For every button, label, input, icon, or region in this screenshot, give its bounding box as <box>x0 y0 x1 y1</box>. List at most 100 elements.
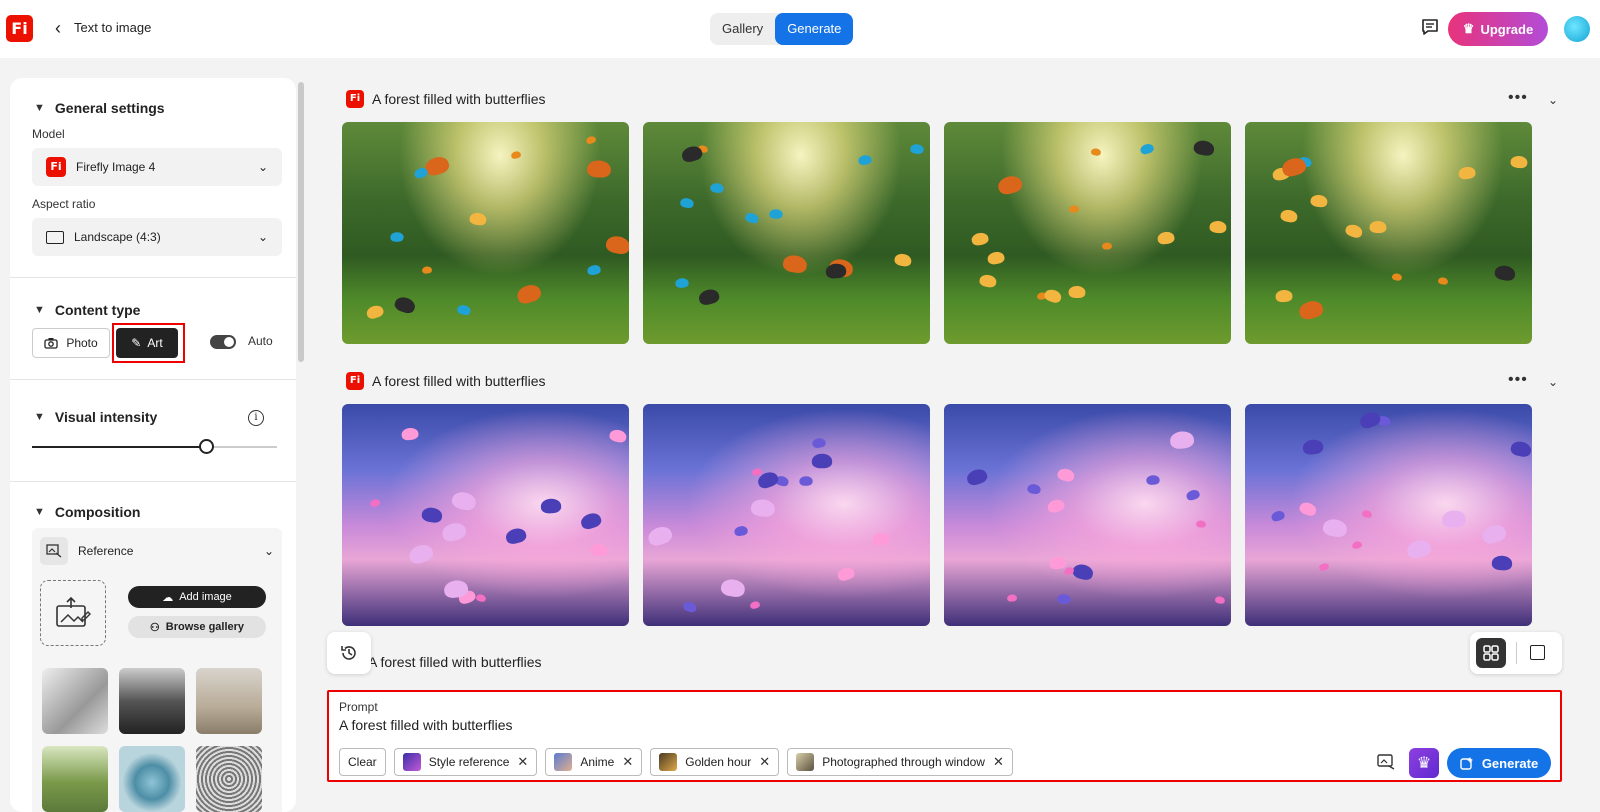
generated-image[interactable] <box>643 122 930 344</box>
remove-chip-icon[interactable]: ✕ <box>759 754 770 770</box>
butterfly-decoration <box>1361 509 1373 519</box>
add-image-button[interactable]: ☁ Add image <box>128 586 266 608</box>
generated-image[interactable] <box>643 404 930 626</box>
butterfly-decoration <box>1437 276 1449 286</box>
general-settings-header[interactable]: ▼ General settings <box>34 100 165 116</box>
butterfly-decoration <box>1369 220 1387 234</box>
butterfly-decoration <box>1214 595 1226 605</box>
generated-image[interactable] <box>342 122 629 344</box>
butterfly-decoration <box>579 510 604 531</box>
butterfly-decoration <box>986 250 1006 266</box>
butterfly-decoration <box>585 134 597 145</box>
generated-image[interactable] <box>944 404 1231 626</box>
reference-label: Reference <box>78 544 134 558</box>
landscape-icon <box>46 230 64 244</box>
generate-button[interactable]: Generate <box>1447 748 1551 778</box>
reference-thumbnail[interactable] <box>119 668 185 734</box>
history-button[interactable] <box>327 632 371 674</box>
reference-thumbnail[interactable] <box>42 668 108 734</box>
butterfly-decoration <box>421 265 432 274</box>
photo-button[interactable]: Photo <box>32 328 110 358</box>
butterfly-decoration <box>450 489 478 512</box>
butterfly-decoration <box>970 231 990 247</box>
result-prompt-title: A forest filled with butterflies <box>372 91 546 107</box>
firefly-icon: Fi <box>346 372 364 390</box>
butterfly-decoration <box>1068 285 1086 299</box>
prompt-label: Prompt <box>339 700 378 714</box>
more-options-icon[interactable]: ••• <box>1508 89 1528 107</box>
upload-image-dropzone[interactable] <box>40 580 106 646</box>
tab-gallery[interactable]: Gallery <box>710 13 775 45</box>
butterfly-decoration <box>893 252 913 268</box>
butterfly-decoration <box>1480 522 1509 546</box>
butterfly-decoration <box>645 523 675 549</box>
generated-image[interactable] <box>1245 122 1532 344</box>
clear-button[interactable]: Clear <box>339 748 386 776</box>
butterfly-decoration <box>1357 409 1383 431</box>
art-button[interactable]: ✎ Art <box>116 328 178 358</box>
visual-intensity-thumb[interactable] <box>199 439 214 454</box>
model-select[interactable]: Fi Firefly Image 4 ⌄ <box>32 148 282 186</box>
chevron-down-icon: ▼ <box>34 411 45 423</box>
reference-thumbnail[interactable] <box>119 746 185 812</box>
butterfly-decoration <box>744 211 760 225</box>
firefly-logo[interactable]: Fi <box>6 15 33 42</box>
result-group-header: A forest filled with butterflies <box>368 654 542 670</box>
butterfly-decoration <box>978 273 998 289</box>
remove-chip-icon[interactable]: ✕ <box>517 754 528 770</box>
butterfly-decoration <box>392 294 417 316</box>
section-title: General settings <box>54 100 165 116</box>
remove-chip-icon[interactable]: ✕ <box>993 754 1004 770</box>
camera-icon <box>44 338 58 349</box>
avatar[interactable] <box>1564 16 1590 42</box>
remove-chip-icon[interactable]: ✕ <box>622 754 633 770</box>
butterfly-decoration <box>1404 538 1433 561</box>
chevron-down-icon[interactable]: ⌄ <box>1548 93 1558 107</box>
browse-gallery-button[interactable]: ⚇ Browse gallery <box>128 616 266 638</box>
style-chip[interactable]: Anime ✕ <box>545 748 643 776</box>
reference-select[interactable]: Reference ⌄ <box>40 536 274 566</box>
chat-icon[interactable] <box>1420 17 1440 37</box>
reference-thumbnail[interactable] <box>196 668 262 734</box>
single-view-button[interactable] <box>1530 645 1545 660</box>
visual-intensity-header[interactable]: ▼ Visual intensity <box>34 409 157 425</box>
butterfly-decoration <box>1101 242 1112 250</box>
butterfly-decoration <box>540 498 562 515</box>
butterfly-decoration <box>674 278 689 289</box>
style-chip[interactable]: Golden hour ✕ <box>650 748 780 776</box>
chevron-down-icon[interactable]: ⌄ <box>1548 375 1558 389</box>
prompt-input[interactable]: A forest filled with butterflies <box>339 717 513 733</box>
result-prompt-title: A forest filled with butterflies <box>372 373 546 389</box>
style-chip[interactable]: Style reference ✕ <box>393 748 538 776</box>
butterfly-decoration <box>1318 561 1330 572</box>
more-options-icon[interactable]: ••• <box>1508 371 1528 389</box>
butterfly-decoration <box>872 531 891 546</box>
grid-view-button[interactable] <box>1476 638 1506 668</box>
composition-panel: Reference ⌄ ☁ Add image ⚇ Browse gallery <box>32 528 282 812</box>
general-settings-section: ▼ General settings Model Fi Firefly Imag… <box>10 78 296 278</box>
generated-image[interactable] <box>1245 404 1532 626</box>
auto-toggle[interactable] <box>210 335 236 349</box>
generated-image[interactable] <box>342 404 629 626</box>
composition-header[interactable]: ▼ Composition <box>34 504 140 520</box>
butterfly-decoration <box>1279 208 1299 224</box>
butterfly-decoration <box>1350 539 1363 550</box>
prompt-chips: Clear Style reference ✕ Anime ✕ Golden h… <box>339 748 1013 776</box>
premium-button[interactable]: ♛ <box>1409 748 1439 778</box>
content-type-header[interactable]: ▼ Content type <box>34 302 140 318</box>
info-icon[interactable]: i <box>248 410 264 426</box>
butterfly-decoration <box>1321 517 1348 539</box>
reference-thumbnail[interactable] <box>42 746 108 812</box>
aspect-ratio-select[interactable]: Landscape (4:3) ⌄ <box>32 218 282 256</box>
butterfly-decoration <box>965 466 990 487</box>
back-arrow-icon[interactable]: ‹ <box>48 18 68 38</box>
reference-thumbnail[interactable] <box>196 746 262 812</box>
style-chip[interactable]: Photographed through window ✕ <box>787 748 1013 776</box>
upgrade-button[interactable]: ♛ Upgrade <box>1448 12 1548 46</box>
generated-image[interactable] <box>944 122 1231 344</box>
sidebar-scrollbar[interactable] <box>298 82 304 362</box>
section-title: Visual intensity <box>54 409 158 425</box>
butterfly-decoration <box>798 476 813 487</box>
tab-generate[interactable]: Generate <box>775 13 854 45</box>
image-settings-icon[interactable] <box>1377 754 1395 770</box>
